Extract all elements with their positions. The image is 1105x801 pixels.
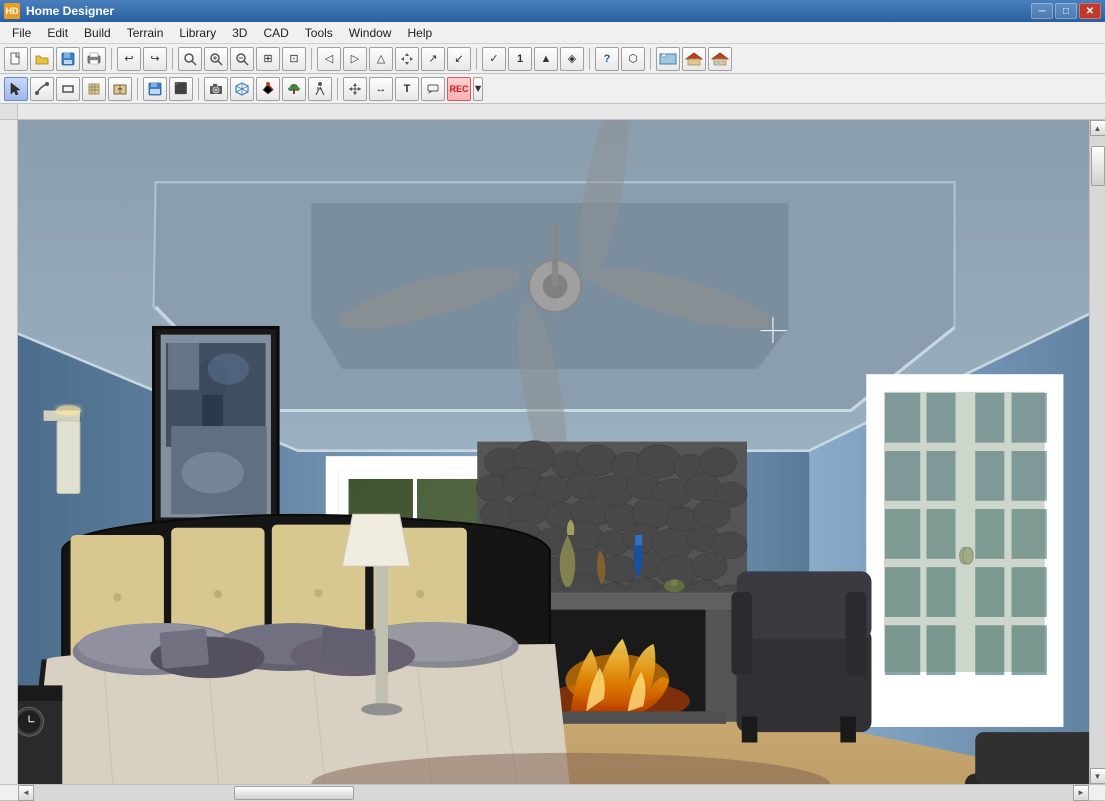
zoom-in-button[interactable] <box>204 47 228 71</box>
menu-3d[interactable]: 3D <box>224 24 255 42</box>
dimension-tool[interactable]: ↔ <box>369 77 393 101</box>
scroll-thumb[interactable] <box>1091 146 1105 186</box>
title-bar: HD Home Designer ─ □ ✕ <box>0 0 1105 22</box>
ruler-container <box>0 104 1105 120</box>
toolbar-2: ⬛ ↔ T REC ▼ <box>0 74 1105 104</box>
rotate-button[interactable]: ↗ <box>421 47 445 71</box>
floor-plan-button[interactable] <box>656 47 680 71</box>
help-button[interactable]: ? <box>595 47 619 71</box>
walk-tool[interactable] <box>308 77 332 101</box>
info-button[interactable]: ⬡ <box>621 47 645 71</box>
window-controls: ─ □ ✕ <box>1031 3 1101 19</box>
scroll-track[interactable] <box>1090 136 1105 768</box>
pan-button[interactable] <box>395 47 419 71</box>
record-button[interactable]: REC <box>447 77 471 101</box>
menu-file[interactable]: File <box>4 24 39 42</box>
house-exterior-button[interactable] <box>682 47 706 71</box>
bottom-scrollbar[interactable]: ◄ ► <box>0 784 1105 800</box>
material-tool[interactable] <box>256 77 280 101</box>
house-full-button[interactable] <box>708 47 732 71</box>
cabinet-tool[interactable] <box>108 77 132 101</box>
right-scrollbar[interactable]: ▲ ▼ <box>1089 120 1105 784</box>
zoom-fit-button[interactable]: ⊡ <box>282 47 306 71</box>
scroll-up-button[interactable]: ▲ <box>1090 120 1105 136</box>
hscroll-track[interactable] <box>34 785 1073 801</box>
menu-terrain[interactable]: Terrain <box>119 24 172 42</box>
new-button[interactable] <box>4 47 28 71</box>
hscroll-thumb[interactable] <box>234 786 354 800</box>
app-title: Home Designer <box>26 4 1031 18</box>
redo-button[interactable]: ↪ <box>143 47 167 71</box>
undo-button[interactable]: ↩ <box>117 47 141 71</box>
menu-build[interactable]: Build <box>76 24 119 42</box>
toolbar2-separator <box>137 78 138 100</box>
plant-tool[interactable] <box>282 77 306 101</box>
menu-bar: File Edit Build Terrain Library 3D CAD T… <box>0 22 1105 44</box>
room-tool[interactable]: ⬛ <box>169 77 193 101</box>
wall-tool[interactable] <box>56 77 80 101</box>
ruler-right-corner <box>1089 104 1105 119</box>
up-triangle-button[interactable]: ▲ <box>534 47 558 71</box>
toolbar-separator <box>650 48 651 70</box>
forward-arrow-button[interactable]: ▷ <box>343 47 367 71</box>
print-button[interactable] <box>82 47 106 71</box>
back-arrow-button[interactable]: ◁ <box>317 47 341 71</box>
menu-tools[interactable]: Tools <box>297 24 341 42</box>
top-ruler <box>18 104 1089 119</box>
dimension-tool-2[interactable] <box>82 77 106 101</box>
toolbar2-separator <box>198 78 199 100</box>
save-button[interactable] <box>56 47 80 71</box>
maximize-button[interactable]: □ <box>1055 3 1077 19</box>
scroll-right-button[interactable]: ► <box>1073 785 1089 801</box>
camera-tool[interactable] <box>204 77 228 101</box>
toolbar2-separator <box>337 78 338 100</box>
select-tool[interactable] <box>4 77 28 101</box>
zoom-magnify-button[interactable] <box>178 47 202 71</box>
toolbar-separator <box>589 48 590 70</box>
menu-edit[interactable]: Edit <box>39 24 76 42</box>
toolbar-separator <box>111 48 112 70</box>
zoom-out-button[interactable] <box>230 47 254 71</box>
menu-cad[interactable]: CAD <box>255 24 296 42</box>
left-ruler <box>0 120 18 784</box>
menu-help[interactable]: Help <box>399 24 440 42</box>
move-tool[interactable] <box>343 77 367 101</box>
viewport[interactable] <box>18 120 1089 784</box>
minimize-button[interactable]: ─ <box>1031 3 1053 19</box>
edit-tool[interactable] <box>30 77 54 101</box>
ruler-corner <box>0 104 18 119</box>
toolbar-separator <box>476 48 477 70</box>
save-view-button[interactable] <box>143 77 167 101</box>
menu-library[interactable]: Library <box>171 24 224 42</box>
menu-window[interactable]: Window <box>341 24 400 42</box>
callout-tool[interactable] <box>421 77 445 101</box>
toolbar-1: ↩ ↪ ⊞ ⊡ ◁ ▷ △ ↗ ↙ ✓ 1 ▲ ◈ ? ⬡ <box>0 44 1105 74</box>
text-tool[interactable]: T <box>395 77 419 101</box>
number-button[interactable]: 1 <box>508 47 532 71</box>
toolbar-separator <box>311 48 312 70</box>
open-button[interactable] <box>30 47 54 71</box>
object-button[interactable]: ◈ <box>560 47 584 71</box>
scroll-left-button[interactable]: ◄ <box>18 785 34 801</box>
app-icon: HD <box>4 3 20 19</box>
3d-tool[interactable] <box>230 77 254 101</box>
flip-button[interactable]: ↙ <box>447 47 471 71</box>
scroll-down-button[interactable]: ▼ <box>1090 768 1105 784</box>
toolbar-separator <box>172 48 173 70</box>
close-button[interactable]: ✕ <box>1079 3 1101 19</box>
checkmark-button[interactable]: ✓ <box>482 47 506 71</box>
record-arrow-button[interactable]: ▼ <box>473 77 483 101</box>
up-arrow-button[interactable]: △ <box>369 47 393 71</box>
fill-window-button[interactable]: ⊞ <box>256 47 280 71</box>
